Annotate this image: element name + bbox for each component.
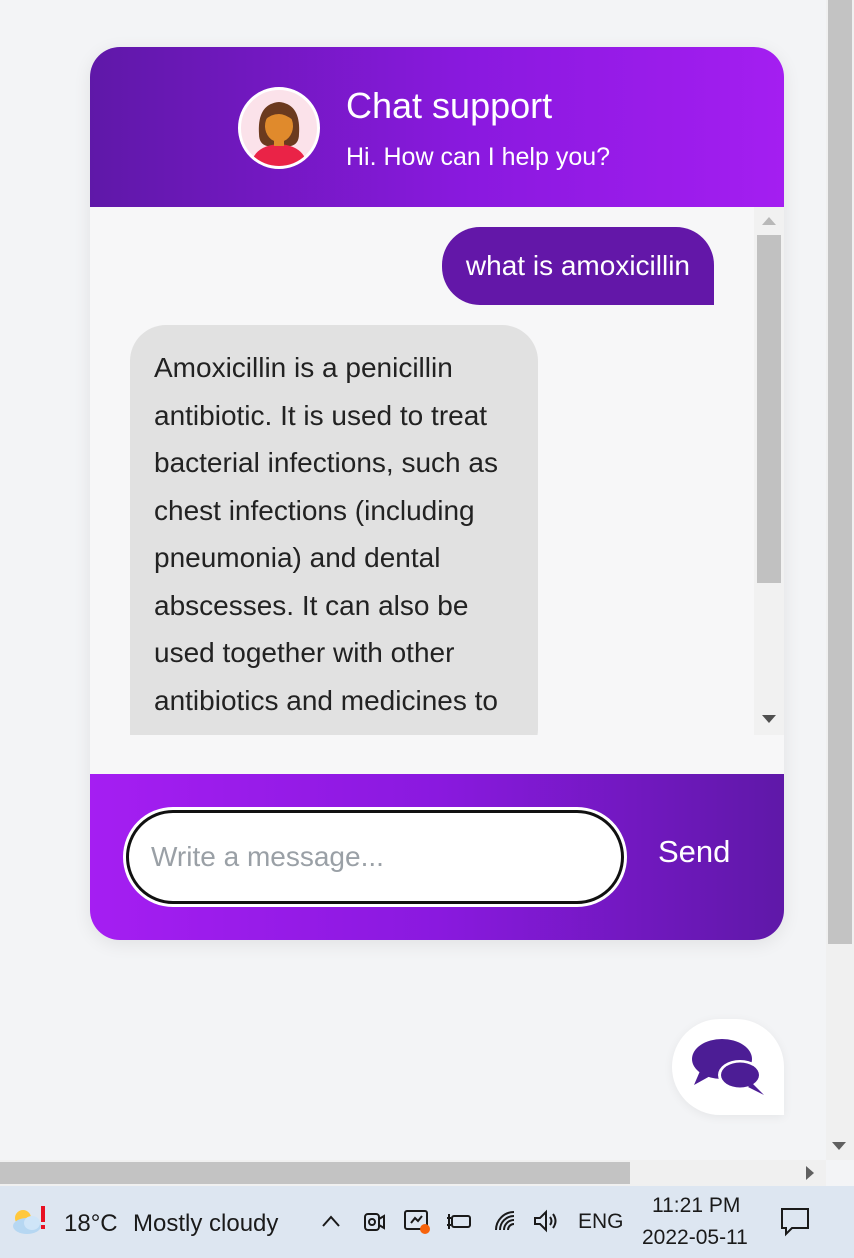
message-input[interactable] (126, 810, 624, 904)
chat-launcher-button[interactable] (672, 1019, 784, 1115)
notification-icon[interactable] (778, 1204, 809, 1237)
scroll-up-arrow-icon[interactable] (762, 217, 776, 225)
scroll-down-arrow-icon[interactable] (762, 715, 776, 723)
weather-alert-icon[interactable] (10, 1204, 50, 1238)
battery-icon[interactable] (444, 1206, 474, 1236)
weather-condition[interactable]: Mostly cloudy (133, 1210, 278, 1238)
page-vertical-scrollbar[interactable] (826, 0, 854, 1160)
chevron-up-icon[interactable] (316, 1206, 346, 1236)
chat-subtitle: Hi. How can I help you? (346, 143, 611, 171)
scroll-down-arrow-icon[interactable] (832, 1142, 846, 1150)
chat-window: Chat support Hi. How can I help you? wha… (90, 47, 784, 940)
message-scrollbar[interactable] (754, 207, 784, 735)
weather-temperature[interactable]: 18°C (64, 1210, 118, 1238)
chat-title: Chat support (346, 85, 553, 126)
clock-date[interactable]: 2022-05-11 (642, 1226, 748, 1250)
volume-icon[interactable] (531, 1206, 561, 1236)
chat-bubbles-icon (692, 1039, 764, 1095)
user-message: what is amoxicillin (441, 227, 714, 305)
windows-taskbar: 18°C Mostly cloudy ENG 11:21 PM 2022-05-… (0, 1186, 854, 1258)
message-scroll-thumb[interactable] (757, 235, 781, 583)
chat-header: Chat support Hi. How can I help you? (90, 47, 784, 207)
webcam-icon[interactable] (359, 1206, 389, 1236)
bot-message: Amoxicillin is a penicillin antibiotic. … (130, 325, 538, 735)
scroll-right-arrow-icon[interactable] (806, 1166, 814, 1180)
page-horizontal-scrollbar[interactable] (0, 1160, 826, 1186)
wifi-icon[interactable] (490, 1206, 520, 1236)
chat-footer: Send (90, 774, 784, 940)
page-vertical-scroll-thumb[interactable] (828, 0, 852, 944)
woman-avatar-icon (238, 87, 320, 169)
message-list[interactable]: what is amoxicillin Amoxicillin is a pen… (90, 207, 784, 735)
language-indicator[interactable]: ENG (578, 1210, 624, 1234)
clock-time[interactable]: 11:21 PM (652, 1194, 740, 1218)
meet-now-icon[interactable] (402, 1206, 432, 1236)
send-button[interactable]: Send (658, 834, 730, 870)
page-horizontal-scroll-thumb[interactable] (0, 1162, 630, 1184)
